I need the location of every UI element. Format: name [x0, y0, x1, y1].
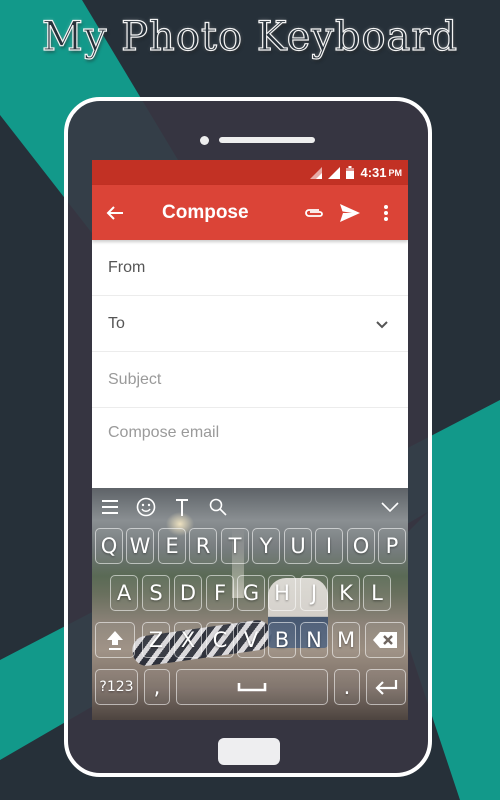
more-options-button[interactable]	[368, 204, 404, 221]
collapse-keyboard-button[interactable]	[372, 502, 408, 512]
key[interactable]: R	[189, 528, 217, 564]
status-ampm: PM	[388, 167, 403, 178]
key[interactable]: K	[332, 575, 360, 611]
key[interactable]: H	[268, 575, 296, 611]
enter-key[interactable]	[366, 669, 406, 705]
more-vert-icon	[384, 204, 388, 221]
key[interactable]: P	[378, 528, 406, 564]
search-icon	[209, 498, 227, 516]
space-key[interactable]	[176, 669, 328, 705]
text-style-button[interactable]	[164, 498, 200, 516]
symbols-key[interactable]: ?123	[95, 669, 138, 705]
key[interactable]: Z	[142, 622, 170, 658]
earpiece-speaker	[219, 137, 315, 143]
key[interactable]: B	[268, 622, 296, 658]
to-field[interactable]: To	[92, 296, 408, 352]
status-time: 4:31	[360, 165, 387, 180]
key[interactable]: L	[363, 575, 391, 611]
compose-body-input[interactable]: Compose email	[92, 408, 408, 488]
enter-icon	[375, 680, 398, 695]
emoji-icon	[136, 497, 156, 517]
keyboard-menu-button[interactable]	[92, 500, 128, 514]
key[interactable]: V	[237, 622, 265, 658]
text-style-icon	[176, 499, 188, 516]
signal-icon	[310, 166, 323, 179]
key[interactable]: S	[142, 575, 170, 611]
key-row-3: Z X C V B N M	[92, 622, 408, 662]
subject-placeholder: Subject	[108, 370, 162, 388]
key[interactable]: A	[110, 575, 138, 611]
subject-input[interactable]: Subject	[92, 352, 408, 408]
to-expand-button[interactable]	[376, 316, 388, 334]
paperclip-icon	[305, 208, 323, 217]
key[interactable]: I	[315, 528, 343, 564]
key[interactable]: J	[300, 575, 328, 611]
key[interactable]: Q	[95, 528, 123, 564]
to-label: To	[108, 314, 125, 332]
key-row-2: A S D F G H J K L	[92, 575, 408, 615]
collapse-chevron-icon	[381, 502, 399, 512]
key[interactable]: D	[174, 575, 202, 611]
menu-icon	[102, 500, 118, 514]
emoji-button[interactable]	[128, 497, 164, 517]
period-key[interactable]: .	[334, 669, 360, 705]
chevron-down-icon	[376, 321, 388, 329]
back-button[interactable]	[106, 205, 146, 221]
key[interactable]: T	[221, 528, 249, 564]
key[interactable]: E	[158, 528, 186, 564]
app-bar: Compose	[92, 185, 408, 240]
key[interactable]: O	[347, 528, 375, 564]
shift-key[interactable]	[95, 622, 135, 658]
key[interactable]: N	[300, 622, 328, 658]
battery-icon	[346, 166, 355, 179]
phone-frame: 4:31 PM Compose From To Subject Compose …	[64, 97, 432, 777]
backspace-key[interactable]	[365, 622, 405, 658]
key[interactable]: Y	[252, 528, 280, 564]
home-button[interactable]	[218, 738, 280, 765]
photo-keyboard: Q W E R T Y U I O P A S D F G H J K L Z …	[92, 488, 408, 720]
arrow-left-icon	[106, 205, 123, 220]
key[interactable]: X	[174, 622, 202, 658]
key[interactable]: G	[237, 575, 265, 611]
keyboard-search-button[interactable]	[200, 498, 236, 516]
key[interactable]: W	[126, 528, 154, 564]
key-row-1: Q W E R T Y U I O P	[92, 528, 408, 568]
from-field[interactable]: From	[92, 240, 408, 296]
signal-icon	[328, 166, 341, 179]
send-icon	[340, 203, 360, 222]
shift-icon	[107, 631, 123, 650]
from-label: From	[108, 258, 146, 276]
key[interactable]: C	[206, 622, 234, 658]
keyboard-toolbar	[92, 488, 408, 526]
promo-title: My Photo Keyboard	[41, 13, 459, 60]
key[interactable]: F	[206, 575, 234, 611]
status-bar: 4:31 PM	[92, 160, 408, 185]
front-camera	[200, 136, 209, 145]
compose-body-placeholder: Compose email	[108, 424, 220, 441]
key[interactable]: U	[284, 528, 312, 564]
page-title: Compose	[162, 201, 249, 223]
key[interactable]: M	[332, 622, 360, 658]
space-icon	[237, 683, 267, 692]
key-row-4: ?123 , .	[92, 669, 408, 709]
comma-key[interactable]: ,	[144, 669, 170, 705]
attach-button[interactable]	[296, 207, 332, 219]
backspace-icon	[373, 632, 397, 648]
phone-screen: 4:31 PM Compose From To Subject Compose …	[92, 160, 408, 720]
send-button[interactable]	[332, 203, 368, 222]
